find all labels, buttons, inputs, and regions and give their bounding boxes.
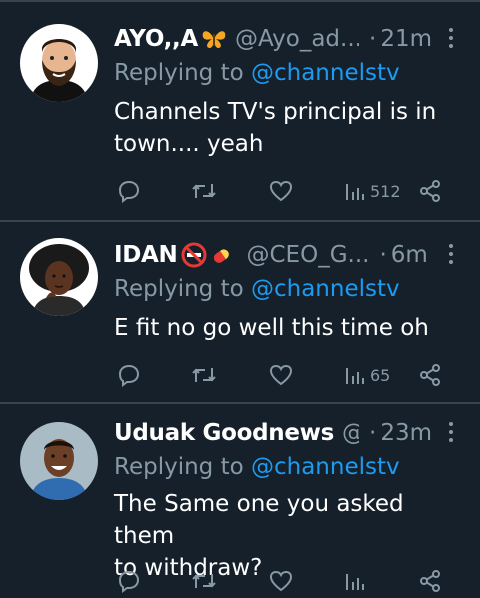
butterfly-emoji-icon	[201, 28, 227, 50]
smiling-man-avatar-icon	[20, 422, 98, 500]
share-button[interactable]	[418, 564, 442, 598]
action-bar	[114, 564, 454, 598]
views-count: 65	[370, 365, 391, 385]
heart-icon	[269, 570, 293, 592]
reply-button[interactable]	[116, 358, 142, 392]
reply-icon	[118, 364, 140, 387]
retweet-button[interactable]	[190, 174, 218, 208]
reply-icon	[118, 570, 140, 593]
retweet-icon	[192, 368, 216, 382]
share-button[interactable]	[418, 174, 442, 208]
handle[interactable]: @Ayo_ad...	[235, 26, 359, 52]
share-icon	[420, 570, 440, 592]
tweet-header: Uduak Goodnews @... · 23m	[114, 416, 432, 450]
views-icon	[346, 574, 364, 590]
replying-to: Replying to @channelstv	[114, 276, 400, 302]
reply-icon	[118, 180, 140, 203]
more-options-icon[interactable]	[446, 240, 456, 268]
retweet-icon	[192, 184, 216, 198]
more-options-icon[interactable]	[446, 24, 456, 52]
avatar-3[interactable]	[20, 422, 98, 500]
separator-dot: ·	[369, 26, 377, 52]
like-button[interactable]	[268, 564, 294, 598]
views-button[interactable]: 512	[344, 174, 401, 208]
replying-prefix: Replying to	[114, 276, 251, 302]
heart-icon	[269, 364, 293, 386]
reply-button[interactable]	[116, 564, 142, 598]
views-button[interactable]	[344, 564, 366, 598]
timestamp[interactable]: 23m	[380, 420, 432, 446]
retweet-button[interactable]	[190, 358, 218, 392]
views-icon	[346, 184, 364, 200]
display-name[interactable]: AYO,,A	[114, 26, 198, 52]
tweet-1[interactable]: AYO,,A @Ayo_ad... · 21m Replying to @cha…	[0, 0, 480, 220]
woman-avatar-icon	[20, 238, 98, 316]
tweet-text-line: E fit no go well this time oh	[114, 315, 429, 341]
tweet-text-line: The Same one you asked them	[114, 491, 404, 549]
tweet-text: E fit no go well this time oh	[114, 312, 464, 344]
tweet-text: Channels TV's principal is in town.... y…	[114, 96, 464, 160]
handle[interactable]: @CEO_G...	[247, 242, 370, 268]
retweet-icon	[192, 574, 216, 588]
display-name[interactable]: IDAN	[114, 242, 178, 268]
action-bar: 65	[114, 358, 454, 392]
more-options-icon[interactable]	[446, 418, 456, 446]
avatar-1[interactable]	[20, 24, 98, 102]
like-button[interactable]	[268, 358, 294, 392]
timestamp[interactable]: 21m	[380, 26, 432, 52]
share-icon	[420, 180, 440, 202]
tweet-text-line: town.... yeah	[114, 131, 264, 157]
share-icon	[420, 364, 440, 386]
share-button[interactable]	[418, 358, 442, 392]
replying-to: Replying to @channelstv	[114, 454, 400, 480]
heart-icon	[269, 180, 293, 202]
tweet-header: IDAN @CEO_G... · 6m	[114, 238, 432, 272]
replying-prefix: Replying to	[114, 60, 251, 86]
handle[interactable]: @...	[342, 420, 359, 446]
replying-prefix: Replying to	[114, 454, 251, 480]
display-name[interactable]: Uduak Goodnews	[114, 420, 334, 446]
reply-button[interactable]	[116, 174, 142, 208]
tweet-3[interactable]: Uduak Goodnews @... · 23m Replying to @c…	[0, 404, 480, 593]
separator-dot: ·	[379, 242, 387, 268]
bearded-man-avatar-icon	[20, 24, 98, 102]
views-icon	[346, 368, 364, 384]
replying-to: Replying to @channelstv	[114, 60, 400, 86]
views-button[interactable]: 65	[344, 358, 390, 392]
retweet-button[interactable]	[190, 564, 218, 598]
tweet-text-line: Channels TV's principal is in	[114, 99, 437, 125]
like-button[interactable]	[268, 174, 294, 208]
tweet-header: AYO,,A @Ayo_ad... · 21m	[114, 22, 432, 56]
separator-dot: ·	[369, 420, 377, 446]
action-bar: 512	[114, 174, 454, 208]
mention-link[interactable]: @channelstv	[251, 454, 400, 480]
avatar-2[interactable]	[20, 238, 98, 316]
timestamp[interactable]: 6m	[391, 242, 428, 268]
no-smoking-pill-emoji-icon	[181, 242, 239, 268]
views-count: 512	[370, 181, 401, 201]
mention-link[interactable]: @channelstv	[251, 276, 400, 302]
mention-link[interactable]: @channelstv	[251, 60, 400, 86]
tweet-2[interactable]: IDAN @CEO_G... · 6m Replying to @channel…	[0, 222, 480, 402]
